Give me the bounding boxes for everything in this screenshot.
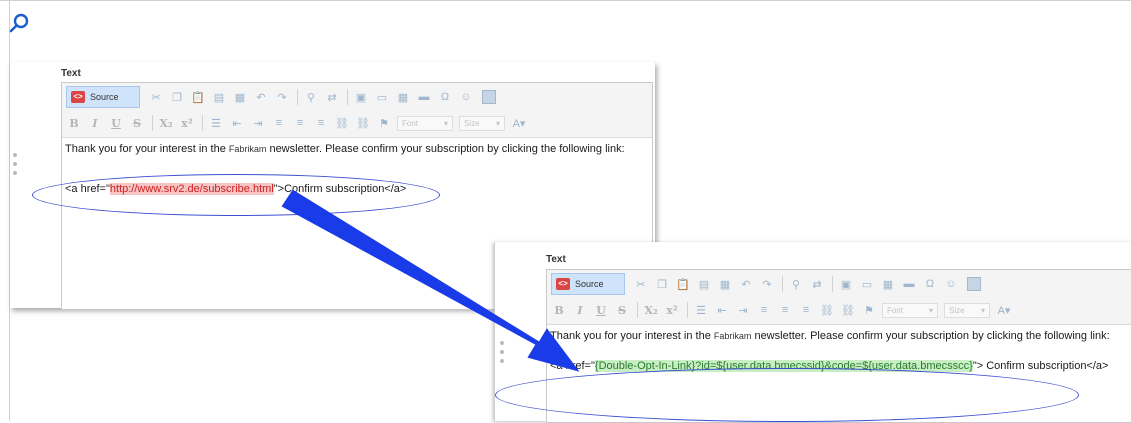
- arrow-shape: [281, 189, 580, 372]
- arrow-icon: [281, 189, 580, 372]
